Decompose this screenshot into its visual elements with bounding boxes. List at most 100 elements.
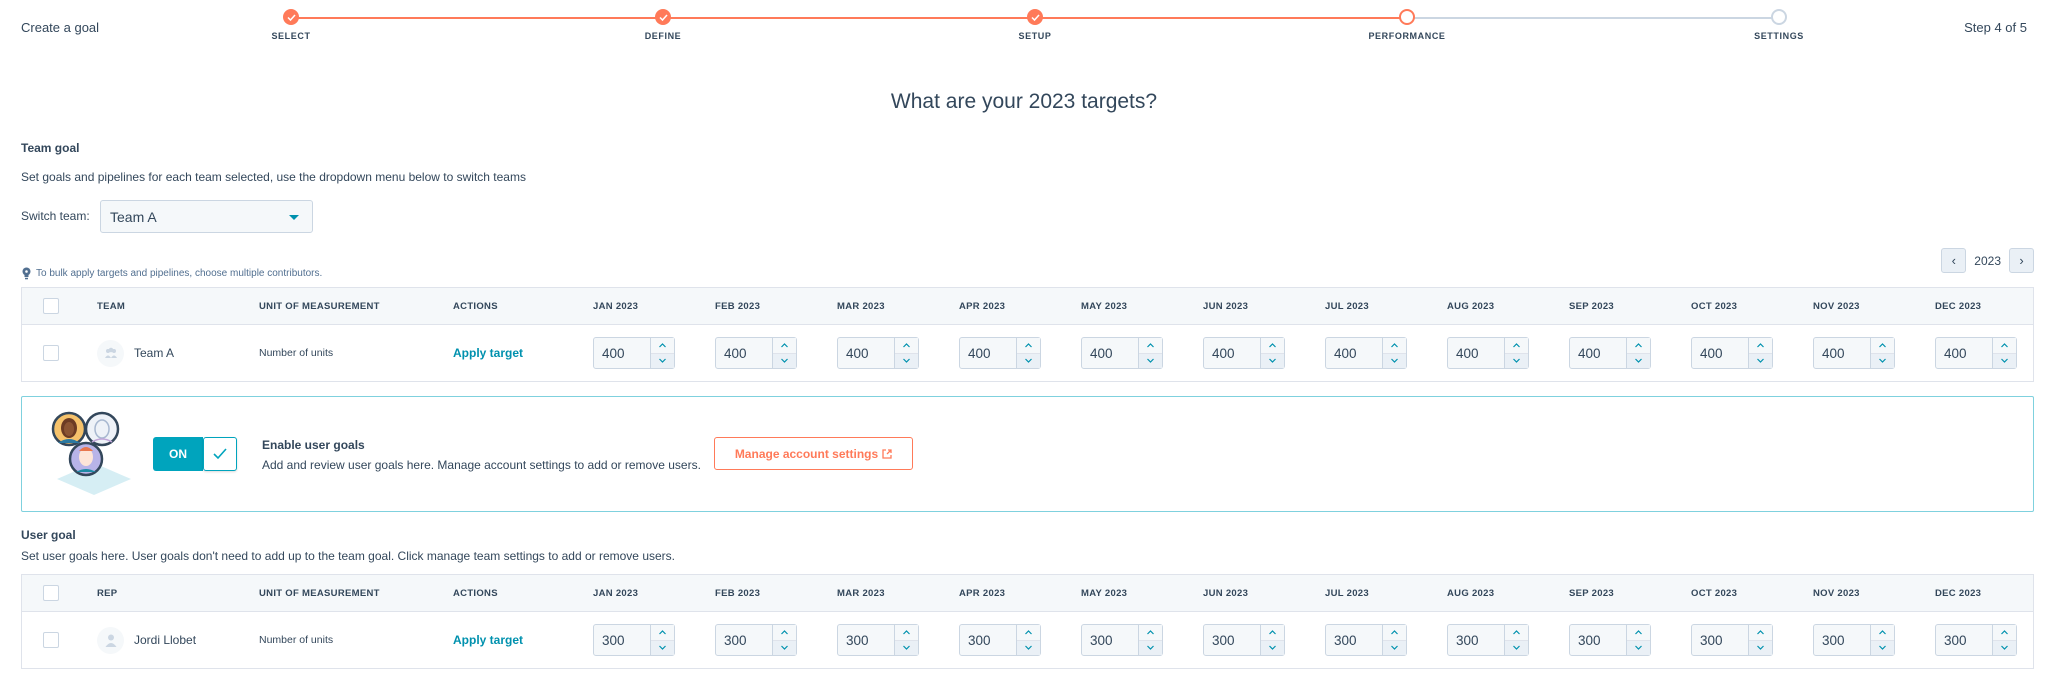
- apply-target-link[interactable]: Apply target: [453, 633, 523, 647]
- target-number-input[interactable]: 300: [959, 624, 1041, 656]
- increment-button[interactable]: [1627, 625, 1650, 640]
- target-number-input[interactable]: 300: [593, 624, 675, 656]
- decrement-button[interactable]: [773, 639, 796, 655]
- target-value[interactable]: 300: [594, 625, 650, 655]
- target-value[interactable]: 400: [1082, 338, 1138, 368]
- target-value[interactable]: 300: [960, 625, 1016, 655]
- increment-button[interactable]: [1017, 625, 1040, 640]
- target-number-input[interactable]: 400: [593, 337, 675, 369]
- decrement-button[interactable]: [773, 352, 796, 368]
- decrement-button[interactable]: [1627, 352, 1650, 368]
- decrement-button[interactable]: [1871, 639, 1894, 655]
- decrement-button[interactable]: [1749, 352, 1772, 368]
- target-number-input[interactable]: 300: [1569, 624, 1651, 656]
- decrement-button[interactable]: [1505, 352, 1528, 368]
- target-value[interactable]: 400: [1448, 338, 1504, 368]
- increment-button[interactable]: [1261, 625, 1284, 640]
- increment-button[interactable]: [1505, 625, 1528, 640]
- manage-account-settings-button[interactable]: Manage account settings: [714, 437, 913, 470]
- increment-button[interactable]: [1505, 338, 1528, 353]
- target-number-input[interactable]: 400: [1447, 337, 1529, 369]
- decrement-button[interactable]: [1627, 639, 1650, 655]
- increment-button[interactable]: [1139, 625, 1162, 640]
- decrement-button[interactable]: [1261, 352, 1284, 368]
- decrement-button[interactable]: [1017, 639, 1040, 655]
- target-value[interactable]: 300: [838, 625, 894, 655]
- increment-button[interactable]: [1017, 338, 1040, 353]
- target-number-input[interactable]: 400: [715, 337, 797, 369]
- decrement-button[interactable]: [1139, 639, 1162, 655]
- target-number-input[interactable]: 300: [1935, 624, 2017, 656]
- target-value[interactable]: 400: [1570, 338, 1626, 368]
- increment-button[interactable]: [895, 338, 918, 353]
- increment-button[interactable]: [1627, 338, 1650, 353]
- decrement-button[interactable]: [1139, 352, 1162, 368]
- target-value[interactable]: 300: [1570, 625, 1626, 655]
- target-value[interactable]: 400: [716, 338, 772, 368]
- target-number-input[interactable]: 300: [1203, 624, 1285, 656]
- decrement-button[interactable]: [1505, 639, 1528, 655]
- target-value[interactable]: 400: [1814, 338, 1870, 368]
- next-year-button[interactable]: ›: [2009, 248, 2034, 273]
- decrement-button[interactable]: [1993, 639, 2016, 655]
- target-number-input[interactable]: 400: [959, 337, 1041, 369]
- decrement-button[interactable]: [1749, 639, 1772, 655]
- team-select-dropdown[interactable]: Team A: [100, 200, 313, 233]
- select-all-checkbox[interactable]: [43, 298, 59, 314]
- decrement-button[interactable]: [1383, 639, 1406, 655]
- enable-user-goals-toggle[interactable]: ON: [153, 437, 237, 471]
- decrement-button[interactable]: [1017, 352, 1040, 368]
- target-value[interactable]: 400: [1326, 338, 1382, 368]
- target-value[interactable]: 300: [1082, 625, 1138, 655]
- target-value[interactable]: 300: [1448, 625, 1504, 655]
- target-number-input[interactable]: 400: [1081, 337, 1163, 369]
- apply-target-link[interactable]: Apply target: [453, 346, 523, 360]
- target-number-input[interactable]: 400: [1935, 337, 2017, 369]
- target-value[interactable]: 400: [838, 338, 894, 368]
- target-value[interactable]: 400: [1936, 338, 1992, 368]
- decrement-button[interactable]: [651, 639, 674, 655]
- target-value[interactable]: 400: [960, 338, 1016, 368]
- increment-button[interactable]: [895, 625, 918, 640]
- increment-button[interactable]: [773, 625, 796, 640]
- target-number-input[interactable]: 400: [837, 337, 919, 369]
- target-number-input[interactable]: 300: [1325, 624, 1407, 656]
- target-number-input[interactable]: 300: [837, 624, 919, 656]
- increment-button[interactable]: [1993, 625, 2016, 640]
- previous-year-button[interactable]: ‹: [1941, 248, 1967, 273]
- target-value[interactable]: 400: [1692, 338, 1748, 368]
- target-value[interactable]: 300: [1326, 625, 1382, 655]
- decrement-button[interactable]: [1871, 352, 1894, 368]
- increment-button[interactable]: [1749, 625, 1772, 640]
- target-value[interactable]: 400: [594, 338, 650, 368]
- increment-button[interactable]: [651, 338, 674, 353]
- target-number-input[interactable]: 300: [1813, 624, 1895, 656]
- row-checkbox[interactable]: [43, 345, 59, 361]
- target-number-input[interactable]: 400: [1203, 337, 1285, 369]
- decrement-button[interactable]: [895, 352, 918, 368]
- decrement-button[interactable]: [1383, 352, 1406, 368]
- increment-button[interactable]: [1261, 338, 1284, 353]
- select-all-checkbox[interactable]: [43, 585, 59, 601]
- decrement-button[interactable]: [895, 639, 918, 655]
- increment-button[interactable]: [651, 625, 674, 640]
- target-number-input[interactable]: 300: [1447, 624, 1529, 656]
- target-value[interactable]: 300: [1204, 625, 1260, 655]
- row-checkbox[interactable]: [43, 632, 59, 648]
- target-number-input[interactable]: 400: [1325, 337, 1407, 369]
- target-value[interactable]: 400: [1204, 338, 1260, 368]
- decrement-button[interactable]: [1993, 352, 2016, 368]
- target-number-input[interactable]: 300: [1691, 624, 1773, 656]
- target-number-input[interactable]: 400: [1691, 337, 1773, 369]
- target-number-input[interactable]: 400: [1569, 337, 1651, 369]
- increment-button[interactable]: [1383, 338, 1406, 353]
- increment-button[interactable]: [1993, 338, 2016, 353]
- increment-button[interactable]: [773, 338, 796, 353]
- increment-button[interactable]: [1383, 625, 1406, 640]
- target-number-input[interactable]: 300: [715, 624, 797, 656]
- target-value[interactable]: 300: [1936, 625, 1992, 655]
- decrement-button[interactable]: [1261, 639, 1284, 655]
- target-value[interactable]: 300: [716, 625, 772, 655]
- increment-button[interactable]: [1139, 338, 1162, 353]
- increment-button[interactable]: [1871, 625, 1894, 640]
